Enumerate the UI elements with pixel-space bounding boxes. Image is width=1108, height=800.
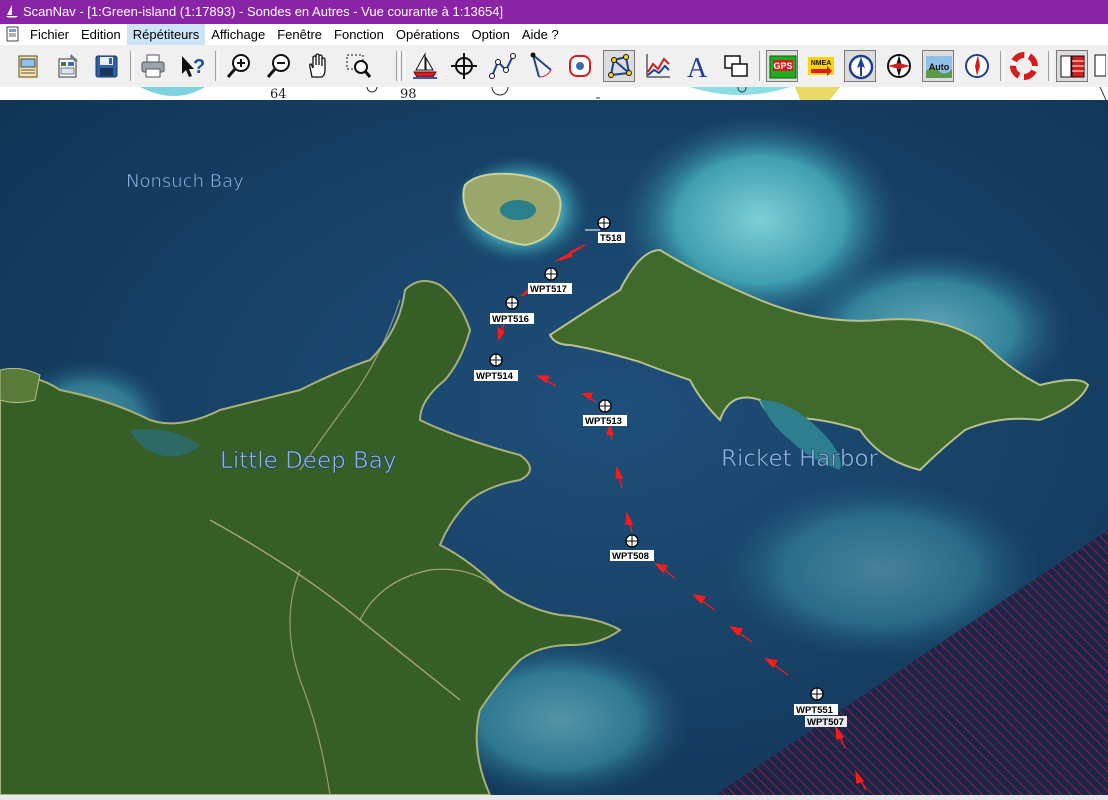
chart-properties-button[interactable] xyxy=(51,50,83,82)
route-button[interactable] xyxy=(487,50,519,82)
toolbar-overflow[interactable] xyxy=(1092,50,1107,82)
waypoint-button[interactable] xyxy=(448,50,480,82)
auto-icon: Auto xyxy=(926,56,952,78)
menu-fenetre[interactable]: Fenêtre xyxy=(271,24,328,45)
svg-text:A: A xyxy=(687,53,708,82)
toolbar: ? A GPS NMEA Auto xyxy=(0,45,1108,88)
menu-repetiteurs[interactable]: Répétiteurs xyxy=(126,24,206,45)
north-up-button[interactable] xyxy=(844,50,876,82)
zoom-in-button[interactable] xyxy=(223,50,255,82)
menu-fichier[interactable]: Fichier xyxy=(24,24,75,45)
layers-button[interactable] xyxy=(1056,50,1088,82)
print-button[interactable] xyxy=(137,50,169,82)
sailboat-app-icon xyxy=(6,5,18,18)
menu-operations[interactable]: Opérations xyxy=(390,24,466,45)
waypoint-label: WPT551 xyxy=(796,705,834,716)
satellite-chart[interactable]: Nonsuch Bay Little Deep Bay Ricket Harbo… xyxy=(0,100,1108,795)
zoom-rectangle-icon xyxy=(346,54,372,78)
chart-document-icon xyxy=(18,55,38,78)
menu-affichage[interactable]: Affichage xyxy=(205,24,271,45)
lifebuoy-button[interactable] xyxy=(1008,50,1040,82)
layers-partial-icon xyxy=(1094,54,1107,77)
route-icon xyxy=(489,53,516,79)
gps-icon: GPS xyxy=(769,55,797,79)
auto-label: Auto xyxy=(929,62,950,72)
boat-button[interactable] xyxy=(409,50,441,82)
zoom-rect-button[interactable] xyxy=(342,50,374,82)
save-button[interactable] xyxy=(90,50,122,82)
target-icon xyxy=(569,55,591,77)
waypoint-label: WPT507 xyxy=(807,717,844,728)
context-help-button[interactable]: ? xyxy=(176,50,208,82)
ruler-mark-64: 64 xyxy=(270,87,287,100)
waypoint-507[interactable]: WPT507 xyxy=(805,716,847,728)
heading-icon xyxy=(965,54,989,78)
menu-fonction[interactable]: Fonction xyxy=(328,24,390,45)
route-network-icon xyxy=(608,54,632,78)
lifebuoy-icon xyxy=(1010,52,1038,80)
chart-edge-strip: 64 98 xyxy=(0,87,1108,100)
place-nonsuch-bay: Nonsuch Bay xyxy=(126,171,244,192)
menu-edition[interactable]: Edition xyxy=(75,24,127,45)
windows-icon xyxy=(724,55,748,77)
place-little-deep-bay: Little Deep Bay xyxy=(220,448,397,474)
graph-button[interactable] xyxy=(642,50,674,82)
nmea-icon: NMEA xyxy=(808,57,834,76)
text-icon: A xyxy=(687,53,708,82)
menu-aide[interactable]: Aide ? xyxy=(516,24,565,45)
chart-edge-graphic: 64 98 xyxy=(140,87,1107,100)
layers-icon xyxy=(1060,55,1085,78)
new-chart-button[interactable] xyxy=(12,50,44,82)
zoom-in-icon xyxy=(226,54,250,78)
waypoint-label: WPT517 xyxy=(530,284,567,295)
nmea-label: NMEA xyxy=(811,60,832,67)
waypoint-label: WPT508 xyxy=(612,551,649,562)
measure-button[interactable] xyxy=(525,50,557,82)
nmea-button[interactable]: NMEA xyxy=(805,50,837,82)
chart-view[interactable]: Nonsuch Bay Little Deep Bay Ricket Harbo… xyxy=(0,100,1108,795)
document-system-icon[interactable] xyxy=(5,26,21,42)
north-up-icon xyxy=(848,54,874,80)
ruler-mark-98: 98 xyxy=(400,87,417,100)
status-bar xyxy=(0,795,1108,800)
windows-button[interactable] xyxy=(720,50,752,82)
route-edit-button[interactable] xyxy=(603,50,635,82)
compass-divider-icon xyxy=(530,52,552,78)
waypoint-label: T518 xyxy=(600,233,622,244)
heading-button[interactable] xyxy=(961,50,993,82)
title-bar: ScanNav - [1:Green-island (1:17893) - So… xyxy=(0,0,1108,24)
sailboat-icon xyxy=(413,52,437,79)
zoom-out-button[interactable] xyxy=(263,50,295,82)
menu-bar: Fichier Edition Répétiteurs Affichage Fe… xyxy=(0,24,1108,45)
graph-icon xyxy=(646,54,670,78)
hand-icon xyxy=(309,53,326,78)
gps-button[interactable]: GPS xyxy=(766,50,798,82)
menu-option[interactable]: Option xyxy=(466,24,516,45)
printer-icon xyxy=(141,54,165,78)
svg-text:?: ? xyxy=(193,56,205,78)
compass-rose-icon xyxy=(887,54,911,78)
chart-properties-icon xyxy=(58,54,78,78)
compass-button[interactable] xyxy=(883,50,915,82)
target-button[interactable] xyxy=(564,50,596,82)
menu-list: Fichier Edition Répétiteurs Affichage Fe… xyxy=(24,24,565,45)
pan-button[interactable] xyxy=(302,50,334,82)
waypoint-crosshair-icon xyxy=(451,53,477,79)
waypoint-label: WPT514 xyxy=(476,371,514,382)
text-button[interactable]: A xyxy=(681,50,713,82)
waypoint-label: WPT513 xyxy=(585,416,622,427)
place-ricket-harbor: Ricket Harbor xyxy=(721,446,879,472)
gps-label: GPS xyxy=(773,61,792,71)
zoom-out-icon xyxy=(266,54,290,78)
floppy-disk-icon xyxy=(95,55,118,78)
help-arrow-icon: ? xyxy=(182,56,205,78)
window-title: ScanNav - [1:Green-island (1:17893) - So… xyxy=(23,4,504,19)
auto-button[interactable]: Auto xyxy=(922,50,954,82)
waypoint-label: WPT516 xyxy=(492,314,529,325)
